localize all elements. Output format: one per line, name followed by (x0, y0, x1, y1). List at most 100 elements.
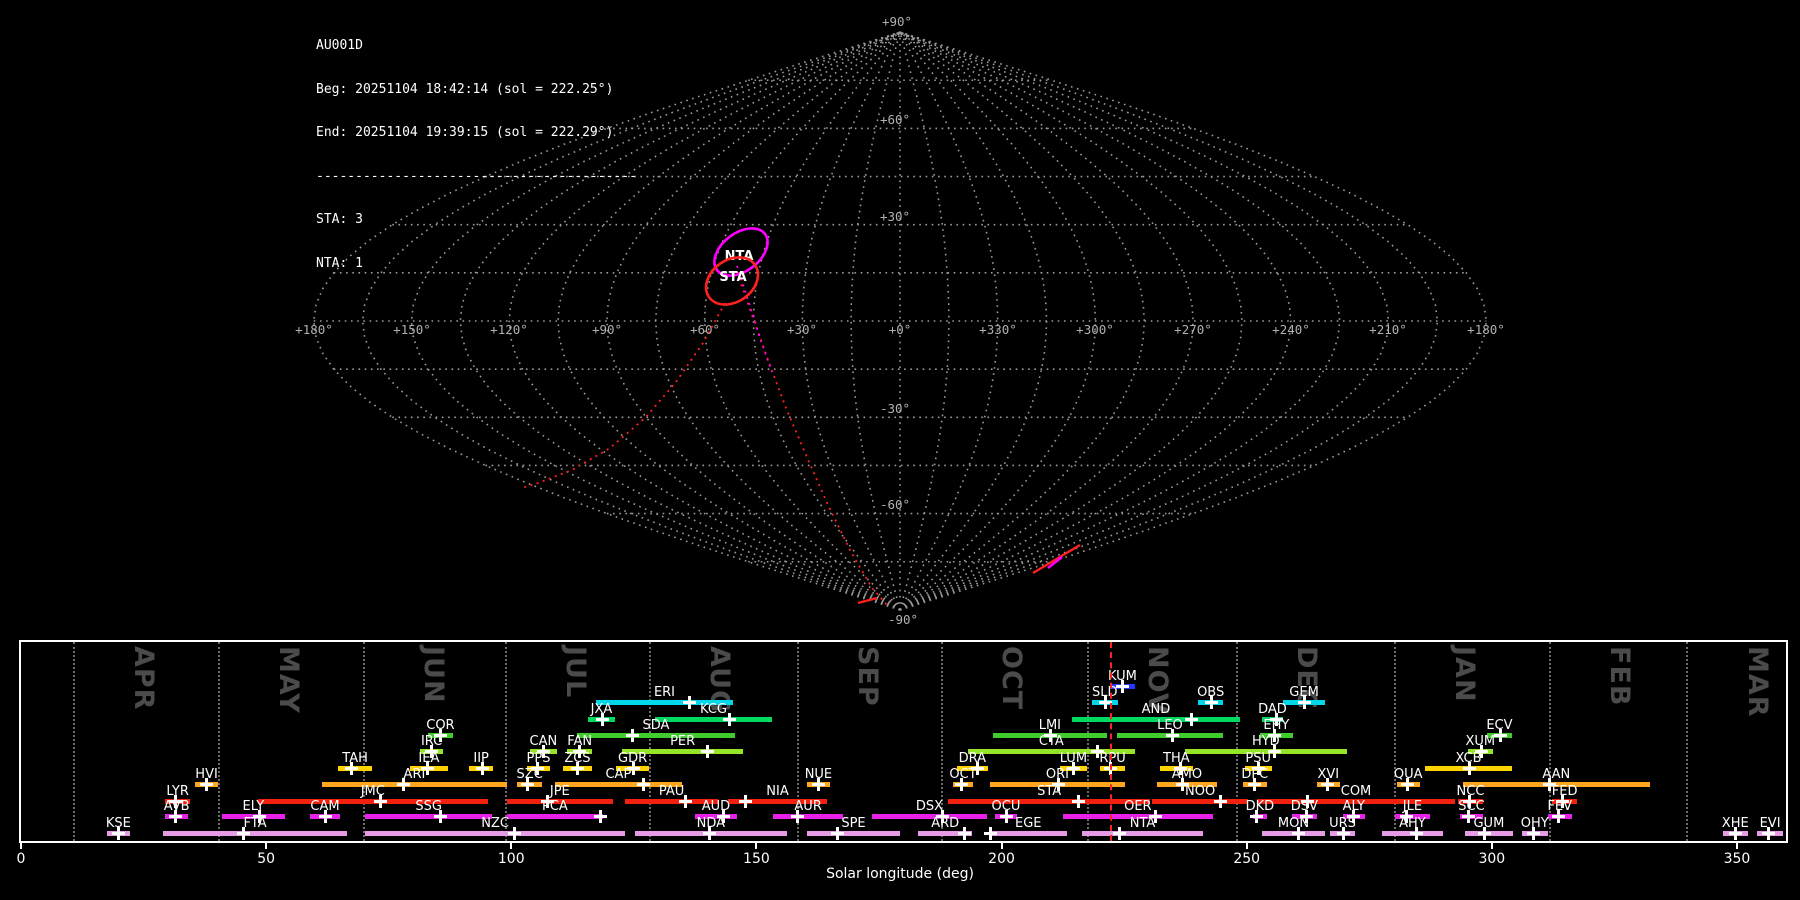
shower-code-ege: EGE (1015, 816, 1042, 831)
x-axis-tick (510, 843, 513, 849)
shower-peak-marker (790, 810, 804, 823)
shower-code-ard: ARD (931, 816, 960, 831)
shower-peak-marker (345, 762, 359, 775)
x-axis-tick (1245, 843, 1248, 849)
x-axis-tick-label: 150 (743, 851, 770, 867)
shower-peak-marker (1205, 696, 1219, 709)
map-longitude-label: +90° (592, 322, 622, 337)
month-boundary-line (1393, 642, 1396, 841)
map-meridian (899, 31, 1488, 611)
shower-code-sta: STA (1037, 784, 1062, 799)
month-label: MAY (272, 646, 304, 714)
shower-code-nzc: NZC (481, 816, 509, 831)
shower-peak-marker (374, 795, 388, 808)
shower-bar-and (1072, 717, 1240, 722)
x-axis-tick-label: 50 (257, 851, 276, 867)
shower-bar-ari (322, 782, 507, 787)
shower-code-spe: SPE (841, 816, 866, 831)
x-axis-tick (1000, 843, 1003, 849)
activity-timeline: APR MAY JUN JUL AUG SEP OCT NOV DEC JAN FEB MAR KUM E… (19, 640, 1788, 843)
shower-peak-marker (1297, 696, 1311, 709)
shower-bar-kcg (654, 717, 773, 722)
map-latitude-label: +90° (882, 14, 912, 29)
shower-bar-nzc (365, 831, 626, 836)
map-longitude-label: +60° (690, 322, 720, 337)
map-longitude-label: +180° (1467, 322, 1505, 337)
shower-peak-marker (984, 827, 998, 840)
shower-peak-marker (1728, 827, 1742, 840)
shower-peak-marker (723, 713, 737, 726)
shower-peak-marker (521, 778, 535, 791)
month-label: JUL (559, 646, 591, 699)
shower-peak-marker (955, 778, 969, 791)
shower-code-oer: OER (1124, 799, 1152, 814)
map-meridian (899, 31, 1097, 611)
shower-bar-sda (576, 733, 735, 738)
x-axis-tick-label: 300 (1478, 851, 1506, 867)
shower-peak-marker (596, 713, 610, 726)
shower-peak-marker (1185, 713, 1199, 726)
shower-code-sda: SDA (642, 718, 670, 733)
shower-bar-fta (163, 831, 348, 836)
month-boundary-line (504, 642, 507, 841)
month-label: APR (128, 646, 160, 711)
shower-peak-marker (1112, 827, 1126, 840)
month-boundary-line (1686, 642, 1689, 841)
shower-peak-marker (1493, 729, 1507, 742)
month-label: MAR (1741, 646, 1773, 718)
shower-peak-marker (1320, 778, 1334, 791)
shower-peak-marker (701, 745, 715, 758)
radiant-label-sta: STA (719, 270, 746, 285)
sky-map: +180° +150° +120° +90° +60° +30° +0° +330° +300°… (295, 14, 1505, 627)
shower-peak-marker (811, 778, 825, 791)
shower-code-pca: PCA (542, 799, 568, 814)
shower-code-cap: CAP (605, 767, 632, 782)
shower-code-cta: CTA (1038, 734, 1064, 749)
month-label: OCT (996, 646, 1028, 711)
shower-peak-marker (1401, 778, 1415, 791)
shower-peak-marker (958, 827, 972, 840)
shower-peak-marker (476, 762, 490, 775)
begin-time: Beg: 20251104 18:42:14 (sol = 222.25°) (316, 81, 614, 97)
shower-peak-marker (593, 810, 607, 823)
current-sol-line (1109, 642, 1112, 841)
shower-peak-marker (1478, 827, 1492, 840)
separator-line: ----------------------------------------… (316, 168, 637, 184)
shower-bar-aur (773, 814, 844, 819)
shower-peak-marker (1337, 827, 1351, 840)
x-axis-tick-label: 100 (497, 851, 525, 867)
shower-peak-marker (1247, 778, 1261, 791)
station-id: AU001D (316, 38, 363, 53)
shower-bar-pca (506, 814, 603, 819)
shower-peak-marker (1551, 810, 1565, 823)
map-latitude-label: -30° (880, 401, 910, 416)
shower-bar-sta (948, 799, 1151, 804)
map-longitude-label: +240° (1272, 322, 1310, 337)
meteor-track (857, 596, 878, 605)
shower-peak-marker (831, 827, 845, 840)
shower-peak-marker (1249, 810, 1263, 823)
shower-code-nia: NIA (766, 784, 789, 799)
shower-peak-marker (1291, 827, 1305, 840)
shower-peak-marker (200, 778, 214, 791)
shower-peak-marker (636, 778, 650, 791)
shower-peak-marker (433, 810, 447, 823)
shower-bar-spe (806, 831, 901, 836)
shower-peak-marker (683, 696, 697, 709)
map-longitude-label: +30° (787, 322, 817, 337)
shower-peak-marker (1165, 729, 1179, 742)
map-latitude-label: +60° (880, 112, 910, 127)
shower-peak-marker (1000, 810, 1014, 823)
shower-peak-marker (703, 827, 717, 840)
x-axis-tick-label: 0 (16, 851, 26, 867)
shower-peak-marker (1214, 795, 1228, 808)
shower-peak-marker (1115, 680, 1129, 693)
map-latitude-label: -60° (880, 497, 910, 512)
x-axis-tick (265, 843, 268, 849)
map-latitude-label: -90° (888, 612, 918, 627)
month-label: FEB (1603, 646, 1635, 707)
map-meridian (899, 31, 1390, 611)
shower-code-com: COM (1340, 784, 1372, 799)
map-meridian (703, 31, 901, 611)
x-axis-tick (1490, 843, 1493, 849)
